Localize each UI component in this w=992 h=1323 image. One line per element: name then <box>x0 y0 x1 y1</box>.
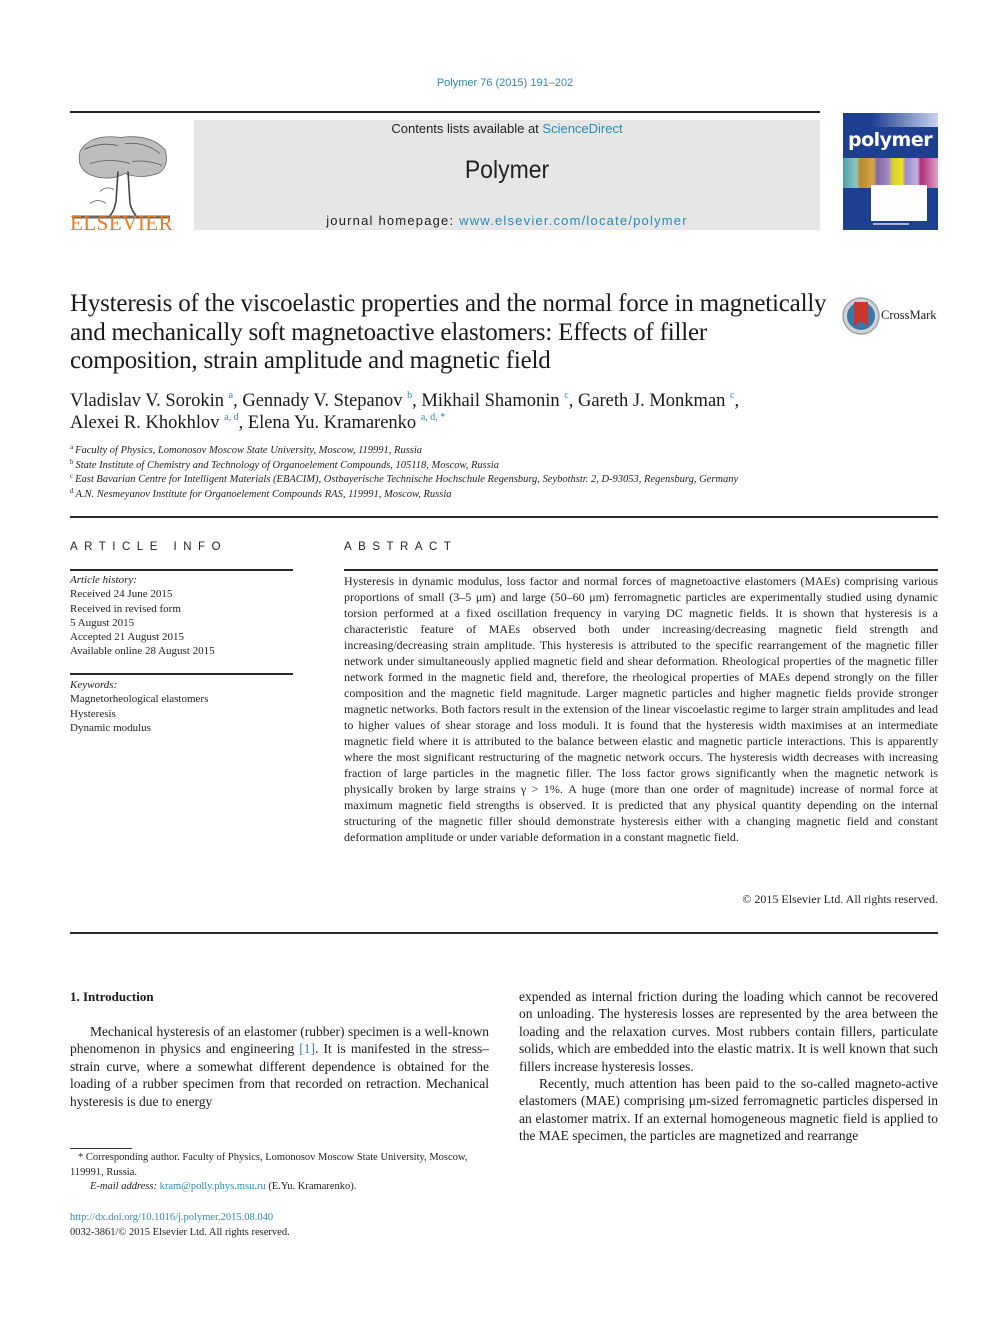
abstract-heading: ABSTRACT <box>344 541 458 553</box>
affiliation-key: d <box>70 486 74 495</box>
author-list: Vladislav V. Sorokin a, Gennady V. Stepa… <box>70 390 740 434</box>
cover-title: polymer <box>848 129 933 151</box>
journal-masthead: Contents lists available at ScienceDirec… <box>194 120 820 230</box>
history-item: Accepted 21 August 2015 <box>70 631 184 644</box>
issn-copyright: 0032-3861/© 2015 Elsevier Ltd. All right… <box>70 1227 290 1238</box>
header-rule <box>70 111 820 113</box>
abstract-text: Hysteresis in dynamic modulus, loss fact… <box>344 574 938 844</box>
history-item: Available online 28 August 2015 <box>70 645 215 658</box>
keywords: Keywords: Magnetorheological elastomers … <box>70 678 300 735</box>
author-affiliation-mark[interactable]: a, d <box>224 412 238 423</box>
history-item: Received 24 June 2015 <box>70 588 173 601</box>
cover-image-strip <box>843 158 938 188</box>
paragraph: Mechanical hysteresis of an elastomer (r… <box>70 1023 489 1110</box>
author-name[interactable]: Gennady V. Stepanov <box>242 391 402 411</box>
keywords-rule <box>70 673 293 675</box>
sciencedirect-link[interactable]: ScienceDirect <box>542 121 622 136</box>
author-affiliation-mark[interactable]: a <box>229 390 233 401</box>
abstract-rule <box>344 569 938 571</box>
cover-band <box>843 113 938 127</box>
cover-figure <box>871 185 927 221</box>
journal-reference-link[interactable]: Polymer 76 (2015) 191–202 <box>0 77 992 89</box>
footnotes: * Corresponding author. Faculty of Physi… <box>70 1151 490 1195</box>
corresponding-author-note: * Corresponding author. Faculty of Physi… <box>70 1152 468 1178</box>
author[interactable]: Vladislav V. Sorokin a <box>70 390 233 412</box>
affiliation-text: East Bavarian Centre for Intelligent Mat… <box>75 474 739 485</box>
section-divider <box>70 516 938 518</box>
keywords-label: Keywords: <box>70 679 118 691</box>
history-item: 5 August 2015 <box>70 616 135 629</box>
affiliation-list: a Faculty of Physics, Lomonosov Moscow St… <box>70 444 870 502</box>
affiliation: a Faculty of Physics, Lomonosov Moscow St… <box>70 444 870 459</box>
section-heading-introduction: 1. Introduction <box>70 989 154 1004</box>
affiliation: d A.N. Nesmeyanov Institute for Organoele… <box>70 486 870 503</box>
author[interactable]: Alexei R. Khokhlov a, d <box>70 412 239 434</box>
author-name[interactable]: Mikhail Shamonin <box>421 391 559 411</box>
article-info-rule <box>70 569 293 571</box>
email-label: E-mail address: <box>90 1181 160 1192</box>
author[interactable]: Gareth J. Monkman c <box>578 390 735 412</box>
doi-block: http://dx.doi.org/10.1016/j.polymer.2015… <box>70 1210 490 1240</box>
email-note: E-mail address: kram@polly.phys.msu.ru (… <box>70 1180 490 1195</box>
affiliation-key: c <box>70 472 74 480</box>
footnote-rule <box>70 1148 132 1149</box>
article-title: Hysteresis of the viscoelastic propertie… <box>70 290 827 374</box>
cover-footer-line <box>873 223 909 225</box>
author[interactable]: Mikhail Shamonin c <box>421 390 568 412</box>
journal-homepage-link[interactable]: www.elsevier.com/locate/polymer <box>459 213 688 228</box>
affiliation-text: Faculty of Physics, Lomonosov Moscow Sta… <box>75 445 423 456</box>
homepage-prefix: journal homepage: <box>326 213 460 228</box>
affiliation-key: a <box>70 443 74 451</box>
affiliation-text: A.N. Nesmeyanov Institute for Organoelem… <box>75 488 452 500</box>
affiliation: c East Bavarian Centre for Intelligent Ma… <box>70 473 870 488</box>
affiliation-text: State Institute of Chemistry and Technol… <box>75 459 499 471</box>
author-name[interactable]: Alexei R. Khokhlov <box>70 413 220 433</box>
doi-link[interactable]: http://dx.doi.org/10.1016/j.polymer.2015… <box>70 1212 273 1223</box>
citation-link[interactable]: [1] <box>299 1041 315 1056</box>
keyword[interactable]: Hysteresis <box>70 707 300 721</box>
author-name[interactable]: Vladislav V. Sorokin <box>70 391 224 411</box>
crossmark-label[interactable]: CrossMark <box>881 308 937 323</box>
article-history-label: Article history: <box>70 574 137 586</box>
article-info-heading: ARTICLE INFO <box>70 541 228 553</box>
author[interactable]: Gennady V. Stepanov b <box>242 390 412 412</box>
affiliation-key: b <box>70 457 74 466</box>
homepage-line: journal homepage: www.elsevier.com/locat… <box>194 213 820 228</box>
email-link[interactable]: kram@polly.phys.msu.ru <box>160 1181 266 1192</box>
author-affiliation-mark[interactable]: a, d, * <box>421 412 445 423</box>
contents-prefix: Contents lists available at <box>391 121 543 136</box>
author-affiliation-mark[interactable]: b <box>407 390 412 401</box>
author-name[interactable]: Gareth J. Monkman <box>578 391 725 411</box>
article-history: Article history: Received 24 June 2015 R… <box>70 573 300 659</box>
abstract-copyright: © 2015 Elsevier Ltd. All rights reserved… <box>742 892 938 906</box>
author[interactable]: Elena Yu. Kramarenko a, d, * <box>248 412 445 434</box>
keyword[interactable]: Dynamic modulus <box>70 721 300 735</box>
author-affiliation-mark[interactable]: c <box>730 390 734 401</box>
affiliation: b State Institute of Chemistry and Techno… <box>70 457 870 474</box>
body-column-right: expended as internal friction during the… <box>519 988 938 1145</box>
contents-line: Contents lists available at ScienceDirec… <box>194 121 820 136</box>
author-affiliation-mark[interactable]: c <box>564 390 568 401</box>
section-divider <box>70 932 938 934</box>
elsevier-wordmark: ELSEVIER <box>70 211 174 235</box>
paragraph: Recently, much attention has been paid t… <box>519 1076 938 1144</box>
history-item: Received in revised form <box>70 602 181 615</box>
author-name[interactable]: Elena Yu. Kramarenko <box>248 413 416 433</box>
body-column-left: Mechanical hysteresis of an elastomer (r… <box>70 1023 489 1110</box>
journal-cover-image[interactable]: polymer <box>843 113 938 230</box>
journal-name: Polymer <box>464 156 550 184</box>
paragraph: expended as internal friction during the… <box>519 989 938 1074</box>
crossmark-icon[interactable] <box>841 296 881 336</box>
email-owner: (E.Yu. Kramarenko). <box>265 1181 357 1192</box>
keyword[interactable]: Magnetorheological elastomers <box>70 692 300 706</box>
